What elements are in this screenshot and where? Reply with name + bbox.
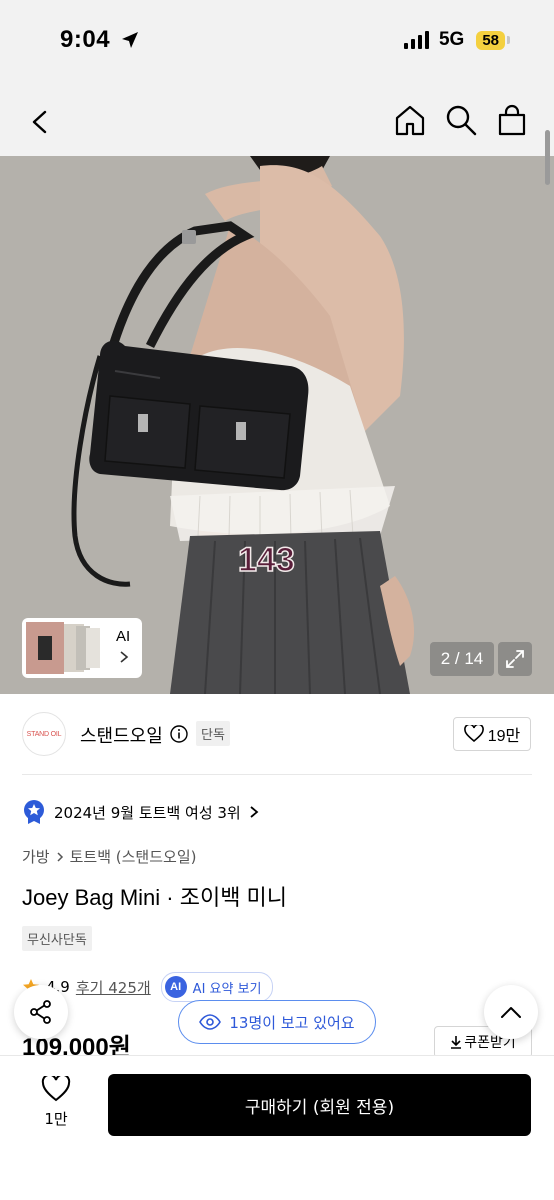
heart-icon	[463, 725, 484, 743]
chevron-right-icon	[57, 851, 63, 862]
back-chevron-icon[interactable]	[22, 104, 58, 140]
breadcrumb-subcategory[interactable]: 토트백 (스탠드오일)	[70, 846, 197, 867]
product-photo: 143	[0, 156, 554, 694]
breadcrumb: 가방 토트백 (스탠드오일)	[22, 846, 196, 867]
chevron-right-icon	[250, 806, 259, 818]
thumbnail-images	[26, 622, 100, 674]
brand-logo[interactable]: STAND OIL	[22, 712, 66, 756]
info-icon[interactable]	[170, 725, 188, 743]
thumbnail-ai-label: AI	[116, 628, 131, 645]
brand-exclusive-tag: 단독	[196, 721, 230, 746]
ranking-link[interactable]: 2024년 9월 토트백 여성 3위	[22, 798, 259, 826]
brand-like-button[interactable]: 19만	[453, 717, 531, 751]
ai-summary-button[interactable]: AI AI 요약 보기	[160, 972, 273, 1002]
signal-icon	[403, 31, 429, 49]
product-like-button[interactable]: 1만	[26, 1076, 86, 1129]
divider	[22, 774, 532, 775]
search-icon[interactable]	[443, 102, 479, 138]
ai-summary-label: AI 요약 보기	[192, 981, 262, 997]
network-type: 5G	[438, 29, 465, 50]
eye-icon	[199, 1014, 222, 1030]
expand-image-button[interactable]	[498, 642, 532, 676]
chevron-up-icon	[501, 1007, 521, 1018]
chevron-right-icon	[120, 651, 129, 663]
image-page-counter: 2 / 14	[430, 642, 494, 676]
scrollbar[interactable]	[545, 130, 550, 185]
battery-icon: 58	[476, 30, 510, 50]
breadcrumb-category[interactable]: 가방	[22, 846, 50, 867]
ai-thumbnail-strip[interactable]: AI	[22, 618, 142, 678]
status-bar: 9:04 5G 58	[0, 0, 554, 84]
exclusive-tag: 무신사단독	[22, 926, 92, 951]
brand-like-count: 19만	[487, 728, 521, 745]
battery-level: 58	[476, 30, 505, 50]
heart-icon	[41, 1076, 71, 1102]
review-count-link[interactable]: 후기 425개	[76, 977, 151, 998]
ranking-text: 2024년 9월 토트백 여성 3위	[54, 803, 241, 822]
share-icon	[30, 1000, 51, 1024]
product-title: Joey Bag Mini · 조이백 미니	[22, 885, 288, 910]
top-nav-bar	[0, 84, 554, 156]
bottom-action-bar: 1만 구매하기 (회원 전용)	[0, 1055, 554, 1200]
product-image-gallery[interactable]: 143 AI 2 / 14	[0, 156, 554, 694]
scroll-to-top-button[interactable]	[484, 985, 538, 1039]
ranking-badge-icon	[24, 800, 44, 824]
download-icon	[451, 1036, 462, 1049]
home-icon[interactable]	[392, 102, 428, 138]
jersey-number: 143	[238, 541, 295, 579]
status-indicators: 5G 58	[403, 29, 510, 51]
location-arrow-icon	[122, 32, 138, 48]
ai-badge-icon: AI	[164, 976, 187, 998]
shopping-bag-icon[interactable]	[494, 102, 530, 138]
brand-name[interactable]: 스탠드오일	[80, 722, 163, 748]
buy-button[interactable]: 구매하기 (회원 전용)	[108, 1074, 531, 1136]
live-viewers-text: 13명이 보고 있어요	[229, 1013, 355, 1032]
expand-icon	[506, 650, 524, 668]
live-viewers-pill: 13명이 보고 있어요	[178, 1000, 376, 1044]
product-like-count: 1만	[44, 1110, 68, 1128]
share-button[interactable]	[14, 985, 68, 1039]
status-time: 9:04	[60, 26, 111, 53]
brand-row: STAND OIL 스탠드오일 단독 19만	[0, 694, 554, 774]
